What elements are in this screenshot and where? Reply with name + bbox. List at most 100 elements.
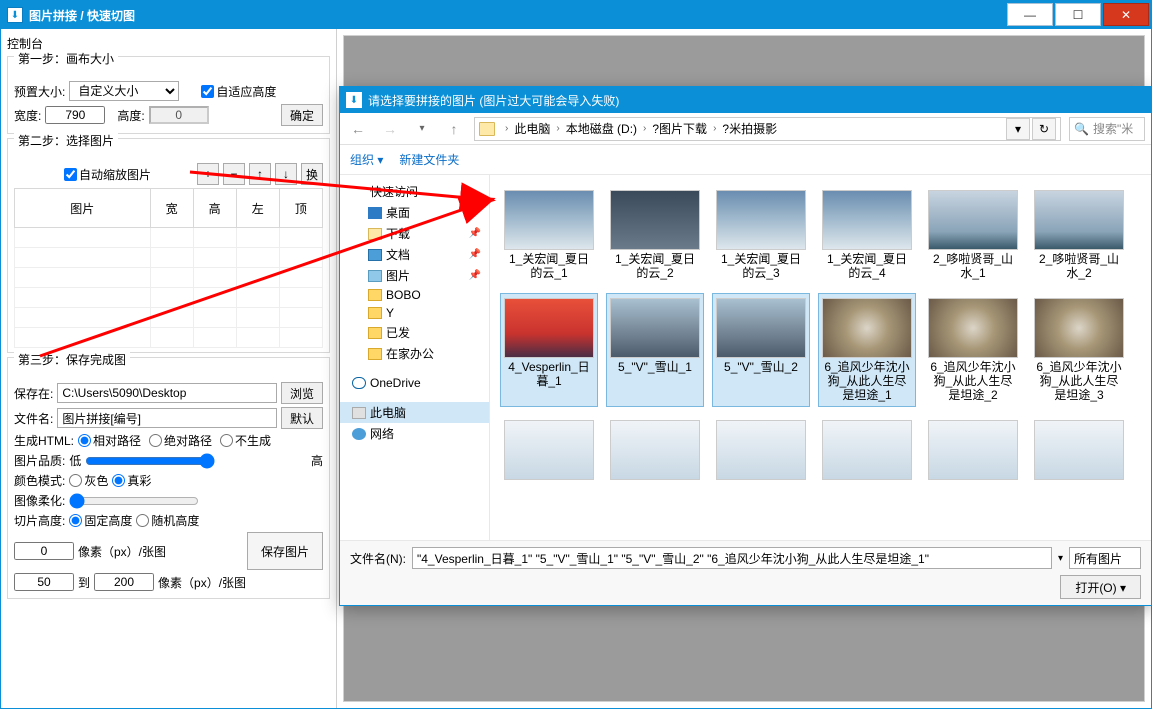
auto-scale-checkbox[interactable]: 自动缩放图片 (64, 166, 151, 183)
minimize-button[interactable]: — (1007, 3, 1053, 26)
radio-random-height[interactable]: 随机高度 (136, 512, 199, 529)
crumb-pc[interactable]: 此电脑 (514, 120, 550, 137)
browse-button[interactable]: 浏览 (281, 382, 323, 404)
move-up-button[interactable]: ↑ (249, 163, 271, 185)
thumbnail[interactable] (1030, 415, 1128, 487)
thumbnail[interactable] (924, 415, 1022, 487)
thumbnail[interactable]: 6_追风少年沈小狗_从此人生尽是坦途_1 (818, 293, 916, 407)
filetype-select[interactable] (1069, 547, 1141, 569)
breadcrumb-dropdown[interactable]: ▾ (1006, 118, 1030, 140)
remove-image-button[interactable]: − (223, 163, 245, 185)
thumbnail[interactable] (500, 415, 598, 487)
maximize-button[interactable]: ☐ (1055, 3, 1101, 26)
add-image-button[interactable]: + (197, 163, 219, 185)
file-open-dialog: ⬇ 请选择要拼接的图片 (图片过大可能会导入失败) ← → ▾ ↑ › 此电脑›… (339, 86, 1152, 606)
crumb-folder1[interactable]: ?图片下载 (652, 120, 707, 137)
thumbnail[interactable] (712, 415, 810, 487)
nav-back-button[interactable]: ← (346, 117, 370, 141)
radio-fixed-height[interactable]: 固定高度 (69, 512, 132, 529)
dialog-toolbar: 组织 ▾ 新建文件夹 (340, 145, 1151, 175)
tree-item-快速访问[interactable]: 快速访问 (340, 181, 489, 202)
step2-fieldset: 第二步：选择图片 自动缩放图片 + − ↑ ↓ 换 图片 宽 高 左 顶 (7, 138, 330, 353)
tree-item-下载[interactable]: 下载📌 (340, 223, 489, 244)
thumbnail[interactable]: 5_"V"_雪山_1 (606, 293, 704, 407)
default-button[interactable]: 默认 (281, 407, 323, 429)
tree-item-已发[interactable]: 已发 (340, 322, 489, 343)
col-width: 宽 (150, 189, 193, 228)
organize-menu[interactable]: 组织 ▾ (350, 151, 383, 168)
thumbnail[interactable]: 4_Vesperlin_日暮_1 (500, 293, 598, 407)
radio-rel-path[interactable]: 相对路径 (78, 432, 141, 449)
filename-label: 文件名: (14, 410, 53, 427)
nav-forward-button[interactable]: → (378, 117, 402, 141)
dialog-navbar: ← → ▾ ↑ › 此电脑› 本地磁盘 (D:)› ?图片下载› ?米拍摄影 ▾… (340, 113, 1151, 145)
cut-height-label: 切片高度: (14, 512, 65, 529)
filename-input[interactable] (57, 408, 277, 428)
width-label: 宽度: (14, 107, 41, 124)
step3-legend: 第三步：保存完成图 (14, 351, 130, 368)
tree-item-文档[interactable]: 文档📌 (340, 244, 489, 265)
tree-item-此电脑[interactable]: 此电脑 (340, 402, 489, 423)
move-down-button[interactable]: ↓ (275, 163, 297, 185)
thumbnail[interactable]: 1_关宏闻_夏日的云_4 (818, 185, 916, 285)
control-panel: 控制台 第一步：画布大小 预置大小: 自定义大小 自适应高度 宽度: 高度: 确… (1, 29, 337, 708)
width-input[interactable] (45, 106, 105, 124)
tree-item-OneDrive[interactable]: OneDrive (340, 374, 489, 392)
radio-no-gen[interactable]: 不生成 (220, 432, 271, 449)
app-icon: ⬇ (7, 7, 23, 23)
height-input[interactable] (149, 106, 209, 124)
radio-truecolor[interactable]: 真彩 (112, 472, 151, 489)
thumbnail[interactable]: 6_追风少年沈小狗_从此人生尽是坦途_3 (1030, 293, 1128, 407)
tree-item-桌面[interactable]: 桌面📌 (340, 202, 489, 223)
quality-high: 高 (311, 452, 323, 469)
cut-value-input[interactable] (14, 542, 74, 560)
thumbnail[interactable]: 5_"V"_雪山_2 (712, 293, 810, 407)
dialog-bottom: 文件名(N): ▾ 打开(O) ▾ (340, 540, 1151, 605)
quality-slider[interactable] (85, 453, 215, 469)
thumbnail[interactable]: 2_哆啦贤哥_山水_1 (924, 185, 1022, 285)
new-folder-button[interactable]: 新建文件夹 (399, 151, 459, 168)
thumbnail[interactable]: 2_哆啦贤哥_山水_2 (1030, 185, 1128, 285)
nav-up-button[interactable]: ↑ (442, 117, 466, 141)
radio-gray[interactable]: 灰色 (69, 472, 108, 489)
open-button[interactable]: 打开(O) ▾ (1060, 575, 1141, 599)
close-button[interactable]: ✕ (1103, 3, 1149, 26)
thumbnail[interactable] (818, 415, 916, 487)
breadcrumb[interactable]: › 此电脑› 本地磁盘 (D:)› ?图片下载› ?米拍摄影 ▾ ↻ (474, 117, 1061, 141)
save-image-button[interactable]: 保存图片 (247, 532, 323, 570)
search-input[interactable]: 🔍搜索"米 (1069, 117, 1145, 141)
crumb-disk[interactable]: 本地磁盘 (D:) (566, 120, 637, 137)
auto-height-checkbox[interactable]: 自适应高度 (201, 83, 276, 100)
swap-button[interactable]: 换 (301, 163, 323, 185)
thumbnail[interactable]: 1_关宏闻_夏日的云_1 (500, 185, 598, 285)
blur-label: 图像柔化: (14, 492, 65, 509)
radio-abs-path[interactable]: 绝对路径 (149, 432, 212, 449)
thumbnail[interactable] (606, 415, 704, 487)
folder-tree[interactable]: 快速访问桌面📌下载📌文档📌图片📌BOBOY已发在家办公 OneDrive 此电脑网络 (340, 175, 490, 540)
filename-field-label: 文件名(N): (350, 550, 406, 567)
dialog-title: 请选择要拼接的图片 (图片过大可能会导入失败) (368, 92, 619, 109)
refresh-button[interactable]: ↻ (1032, 118, 1056, 140)
tree-item-网络[interactable]: 网络 (340, 423, 489, 444)
cut-to-input[interactable] (94, 573, 154, 591)
confirm-button[interactable]: 确定 (281, 104, 323, 126)
blur-slider[interactable] (69, 493, 199, 509)
tree-item-图片[interactable]: 图片📌 (340, 265, 489, 286)
thumbnail[interactable]: 6_追风少年沈小狗_从此人生尽是坦途_2 (924, 293, 1022, 407)
tree-item-在家办公[interactable]: 在家办公 (340, 343, 489, 364)
step2-legend: 第二步：选择图片 (14, 132, 118, 149)
cut-from-input[interactable] (14, 573, 74, 591)
thumbnail-grid[interactable]: 1_关宏闻_夏日的云_11_关宏闻_夏日的云_21_关宏闻_夏日的云_31_关宏… (490, 175, 1151, 540)
thumbnail[interactable]: 1_关宏闻_夏日的云_2 (606, 185, 704, 285)
step3-fieldset: 第三步：保存完成图 保存在: 浏览 文件名: 默认 生成HTML: 相对路径 绝… (7, 357, 330, 599)
tree-item-Y[interactable]: Y (340, 304, 489, 322)
image-table[interactable]: 图片 宽 高 左 顶 (14, 188, 323, 348)
thumbnail[interactable]: 1_关宏闻_夏日的云_3 (712, 185, 810, 285)
preset-select[interactable]: 自定义大小 (69, 81, 179, 101)
tree-item-BOBO[interactable]: BOBO (340, 286, 489, 304)
save-path-input[interactable] (57, 383, 277, 403)
crumb-folder2[interactable]: ?米拍摄影 (722, 120, 777, 137)
filename-field[interactable] (412, 547, 1052, 569)
dialog-titlebar: ⬇ 请选择要拼接的图片 (图片过大可能会导入失败) (340, 87, 1151, 113)
save-at-label: 保存在: (14, 385, 53, 402)
